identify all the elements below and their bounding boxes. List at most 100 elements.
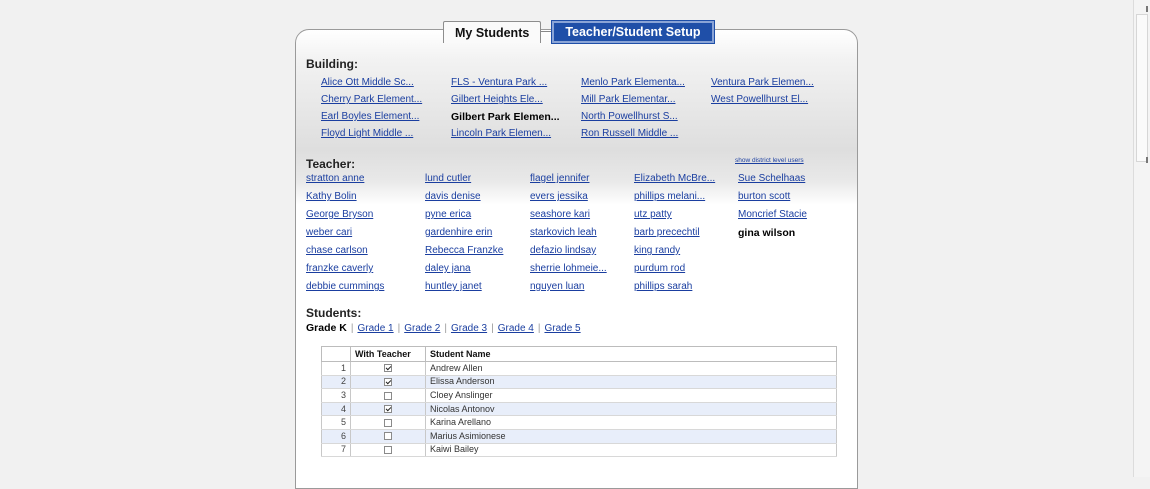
building-item-alice-ott-middle-sc[interactable]: Alice Ott Middle Sc... <box>321 77 414 88</box>
building-item-menlo-park-elementa[interactable]: Menlo Park Elementa... <box>581 77 685 88</box>
building-item-fls-ventura-park[interactable]: FLS - Ventura Park ... <box>451 77 547 88</box>
vertical-scrollbar[interactable] <box>1133 0 1150 477</box>
with-teacher-checkbox[interactable] <box>384 364 392 373</box>
row-number: 7 <box>321 443 351 458</box>
building-item-earl-boyles-element[interactable]: Earl Boyles Element... <box>321 111 419 122</box>
teacher-item-evers-jessika[interactable]: evers jessika <box>530 191 588 202</box>
table-row: 3 Cloey Anslinger <box>321 388 837 403</box>
tab-divider <box>541 31 553 33</box>
teacher-item-seashore-kari[interactable]: seashore kari <box>530 209 590 220</box>
column-header-number <box>321 346 351 362</box>
table-row: 5 Karina Arellano <box>321 415 837 430</box>
teacher-item-sherrie-lohmeie[interactable]: sherrie lohmeie... <box>530 263 607 274</box>
with-teacher-checkbox[interactable] <box>384 378 392 387</box>
teacher-item-king-randy[interactable]: king randy <box>634 245 680 256</box>
building-item-ron-russell-middle[interactable]: Ron Russell Middle ... <box>581 128 678 139</box>
teacher-item-gina-wilson: gina wilson <box>738 227 796 239</box>
table-row: 7 Kaiwi Bailey <box>321 443 837 458</box>
teacher-item-franzke-caverly[interactable]: franzke caverly <box>306 263 373 274</box>
teacher-item-flagel-jennifer[interactable]: flagel jennifer <box>530 173 589 184</box>
teacher-item-weber-cari[interactable]: weber cari <box>306 227 352 238</box>
grade-selector: Grade K | Grade 1 | Grade 2 | Grade 3 | Grade 4 |… <box>306 322 581 334</box>
table-row: 4 Nicolas Antonov <box>321 402 837 417</box>
row-number: 5 <box>321 415 351 430</box>
column-header-with-teacher: With Teacher <box>350 346 426 362</box>
student-table: With Teacher Student Name 1 Andrew Allen 2… <box>321 346 837 458</box>
teacher-item-elizabeth-mcbre[interactable]: Elizabeth McBre... <box>634 173 715 184</box>
show-district-users-link[interactable]: show district level users <box>735 157 804 164</box>
grade-grade-2[interactable]: Grade 2 <box>404 323 440 334</box>
student-name: Kaiwi Bailey <box>425 443 837 458</box>
teacher-item-phillips-melani[interactable]: phillips melani... <box>634 191 705 202</box>
student-name: Andrew Allen <box>425 361 837 376</box>
grade-separator: | <box>537 323 541 334</box>
scrollbar-marker <box>1146 6 1148 12</box>
student-name: Elissa Anderson <box>425 375 837 390</box>
grade-separator: | <box>491 323 494 334</box>
teacher-item-phillips-sarah[interactable]: phillips sarah <box>634 281 692 292</box>
teacher-item-nguyen-luan[interactable]: nguyen luan <box>530 281 585 292</box>
with-teacher-checkbox[interactable] <box>384 418 392 427</box>
teacher-item-purdum-rod[interactable]: purdum rod <box>634 263 685 274</box>
row-number: 6 <box>321 429 351 444</box>
teacher-item-kathy-bolin[interactable]: Kathy Bolin <box>306 191 357 202</box>
teacher-item-stratton-anne[interactable]: stratton anne <box>306 173 364 184</box>
building-item-north-powellhurst-s[interactable]: North Powellhurst S... <box>581 111 678 122</box>
table-row: 6 Marius Asimionese <box>321 429 837 444</box>
teacher-item-burton-scott[interactable]: burton scott <box>738 191 790 202</box>
with-teacher-cell <box>350 388 426 403</box>
building-item-lincoln-park-elemen[interactable]: Lincoln Park Elemen... <box>451 128 551 139</box>
with-teacher-cell <box>350 443 426 458</box>
teacher-item-daley-jana[interactable]: daley jana <box>425 263 471 274</box>
student-name: Karina Arellano <box>425 415 837 430</box>
teacher-item-sue-schelhaas[interactable]: Sue Schelhaas <box>738 173 805 184</box>
student-name: Nicolas Antonov <box>425 402 837 417</box>
grade-grade-k: Grade K <box>306 322 347 334</box>
teacher-item-utz-patty[interactable]: utz patty <box>634 209 672 220</box>
scrollbar-thumb[interactable] <box>1136 14 1148 162</box>
building-item-cherry-park-element[interactable]: Cherry Park Element... <box>321 94 422 105</box>
grade-separator: | <box>350 323 354 334</box>
building-item-ventura-park-elemen[interactable]: Ventura Park Elemen... <box>711 77 814 88</box>
page: My Students Teacher/Student Setup Buildi… <box>0 0 1131 489</box>
row-number: 2 <box>321 375 351 390</box>
teacher-label: Teacher: <box>306 157 356 171</box>
teacher-item-lund-cutler[interactable]: lund cutler <box>425 173 471 184</box>
with-teacher-checkbox[interactable] <box>384 445 392 454</box>
teacher-item-debbie-cummings[interactable]: debbie cummings <box>306 281 384 292</box>
with-teacher-cell <box>350 375 426 390</box>
grade-grade-5[interactable]: Grade 5 <box>544 323 580 334</box>
building-item-gilbert-heights-ele[interactable]: Gilbert Heights Ele... <box>451 94 543 105</box>
teacher-item-rebecca-franzke[interactable]: Rebecca Franzke <box>425 245 503 256</box>
teacher-item-davis-denise[interactable]: davis denise <box>425 191 481 202</box>
teacher-item-barb-precechtil[interactable]: barb precechtil <box>634 227 700 238</box>
table-header-row: With Teacher Student Name <box>321 346 837 362</box>
teacher-item-gardenhire-erin[interactable]: gardenhire erin <box>425 227 492 238</box>
building-item-west-powellhurst-el[interactable]: West Powellhurst El... <box>711 94 808 105</box>
teacher-item-moncrief-stacie[interactable]: Moncrief Stacie <box>738 209 807 220</box>
scrollbar-marker <box>1146 157 1148 163</box>
with-teacher-checkbox[interactable] <box>384 391 392 400</box>
tab-my-students[interactable]: My Students <box>443 21 542 43</box>
grade-grade-3[interactable]: Grade 3 <box>451 323 487 334</box>
students-label: Students: <box>306 306 362 320</box>
building-item-floyd-light-middle[interactable]: Floyd Light Middle ... <box>321 128 413 139</box>
with-teacher-cell <box>350 415 426 430</box>
student-name: Cloey Anslinger <box>425 388 837 403</box>
teacher-item-defazio-lindsay[interactable]: defazio lindsay <box>530 245 596 256</box>
with-teacher-checkbox[interactable] <box>384 432 392 441</box>
tab-teacher-student-setup[interactable]: Teacher/Student Setup <box>551 20 715 44</box>
tab-bar: My Students Teacher/Student Setup <box>443 19 715 44</box>
building-item-mill-park-elementar[interactable]: Mill Park Elementar... <box>581 94 675 105</box>
teacher-item-starkovich-leah[interactable]: starkovich leah <box>530 227 597 238</box>
with-teacher-checkbox[interactable] <box>384 405 392 414</box>
teacher-item-huntley-janet[interactable]: huntley janet <box>425 281 482 292</box>
grade-grade-4[interactable]: Grade 4 <box>498 323 534 334</box>
teacher-item-pyne-erica[interactable]: pyne erica <box>425 209 471 220</box>
row-number: 4 <box>321 402 351 417</box>
grade-separator: | <box>444 323 447 334</box>
grade-grade-1[interactable]: Grade 1 <box>357 323 393 334</box>
teacher-item-george-bryson[interactable]: George Bryson <box>306 209 373 220</box>
row-number: 1 <box>321 361 351 376</box>
teacher-item-chase-carlson[interactable]: chase carlson <box>306 245 368 256</box>
